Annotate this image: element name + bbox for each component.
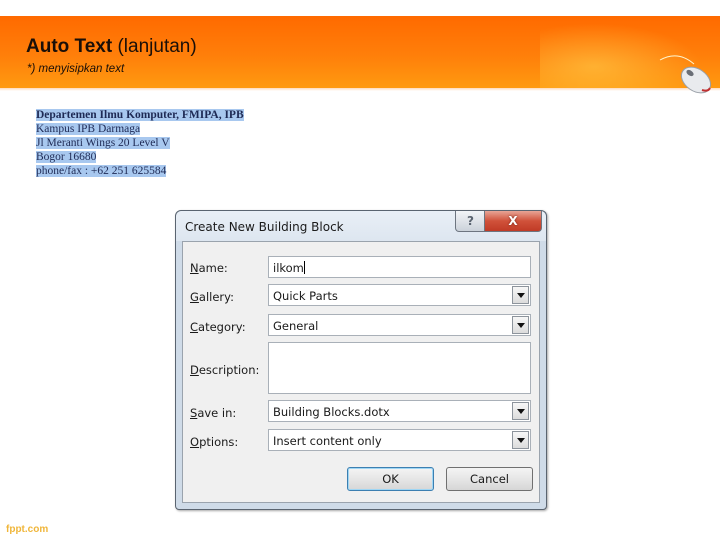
address-line: Bogor 16680 bbox=[36, 151, 97, 163]
name-label: Name: bbox=[190, 261, 228, 275]
slide-title-rest: (lanjutan) bbox=[117, 36, 197, 57]
slide-title: Auto Text (lanjutan) bbox=[26, 36, 197, 58]
chevron-down-icon[interactable] bbox=[512, 286, 529, 304]
create-building-block-dialog: Create New Building Block ? X Name: ilko… bbox=[175, 210, 547, 510]
chevron-down-icon[interactable] bbox=[512, 316, 529, 334]
dialog-titlebar[interactable]: Create New Building Block ? X bbox=[176, 211, 546, 241]
dialog-body: Name: ilkom Gallery: Quick Parts Categor… bbox=[182, 241, 540, 503]
gallery-select[interactable]: Quick Parts bbox=[268, 284, 531, 306]
description-label: Description: bbox=[190, 363, 260, 377]
name-input[interactable]: ilkom bbox=[268, 256, 531, 278]
address-line: Kampus IPB Darmaga bbox=[36, 123, 141, 135]
address-line: phone/fax : +62 251 625584 bbox=[36, 165, 167, 177]
help-button[interactable]: ? bbox=[455, 211, 486, 232]
ok-button[interactable]: OK bbox=[347, 467, 434, 491]
address-line: Jl Meranti Wings 20 Level V bbox=[36, 137, 170, 149]
category-label: Category: bbox=[190, 320, 246, 334]
category-select[interactable]: General bbox=[268, 314, 531, 336]
options-label: Options: bbox=[190, 435, 239, 449]
chevron-down-icon[interactable] bbox=[512, 431, 529, 449]
save-in-label: Save in: bbox=[190, 406, 237, 420]
options-select[interactable]: Insert content only bbox=[268, 429, 531, 451]
slide-title-bold: Auto Text bbox=[26, 36, 113, 57]
cancel-button[interactable]: Cancel bbox=[446, 467, 533, 491]
slide-subtitle: *) menyisipkan text bbox=[27, 63, 125, 75]
address-line: Departemen Ilmu Komputer, FMIPA, IPB bbox=[36, 109, 244, 121]
text-caret bbox=[303, 261, 305, 274]
chevron-down-icon[interactable] bbox=[512, 402, 529, 420]
slide-header-banner: Auto Text (lanjutan) *) menyisipkan text bbox=[0, 16, 720, 91]
close-button[interactable]: X bbox=[484, 211, 542, 232]
computer-mouse-icon bbox=[659, 55, 712, 94]
gallery-label: Gallery: bbox=[190, 290, 235, 304]
save-in-select[interactable]: Building Blocks.dotx bbox=[268, 400, 531, 422]
help-icon: ? bbox=[467, 214, 474, 228]
document-address-snippet: Departemen Ilmu Komputer, FMIPA, IPB Kam… bbox=[36, 108, 244, 178]
footer-brand: fppt.com bbox=[6, 524, 49, 535]
close-icon: X bbox=[508, 214, 518, 228]
description-textarea[interactable] bbox=[268, 342, 531, 394]
dialog-title: Create New Building Block bbox=[185, 220, 344, 234]
